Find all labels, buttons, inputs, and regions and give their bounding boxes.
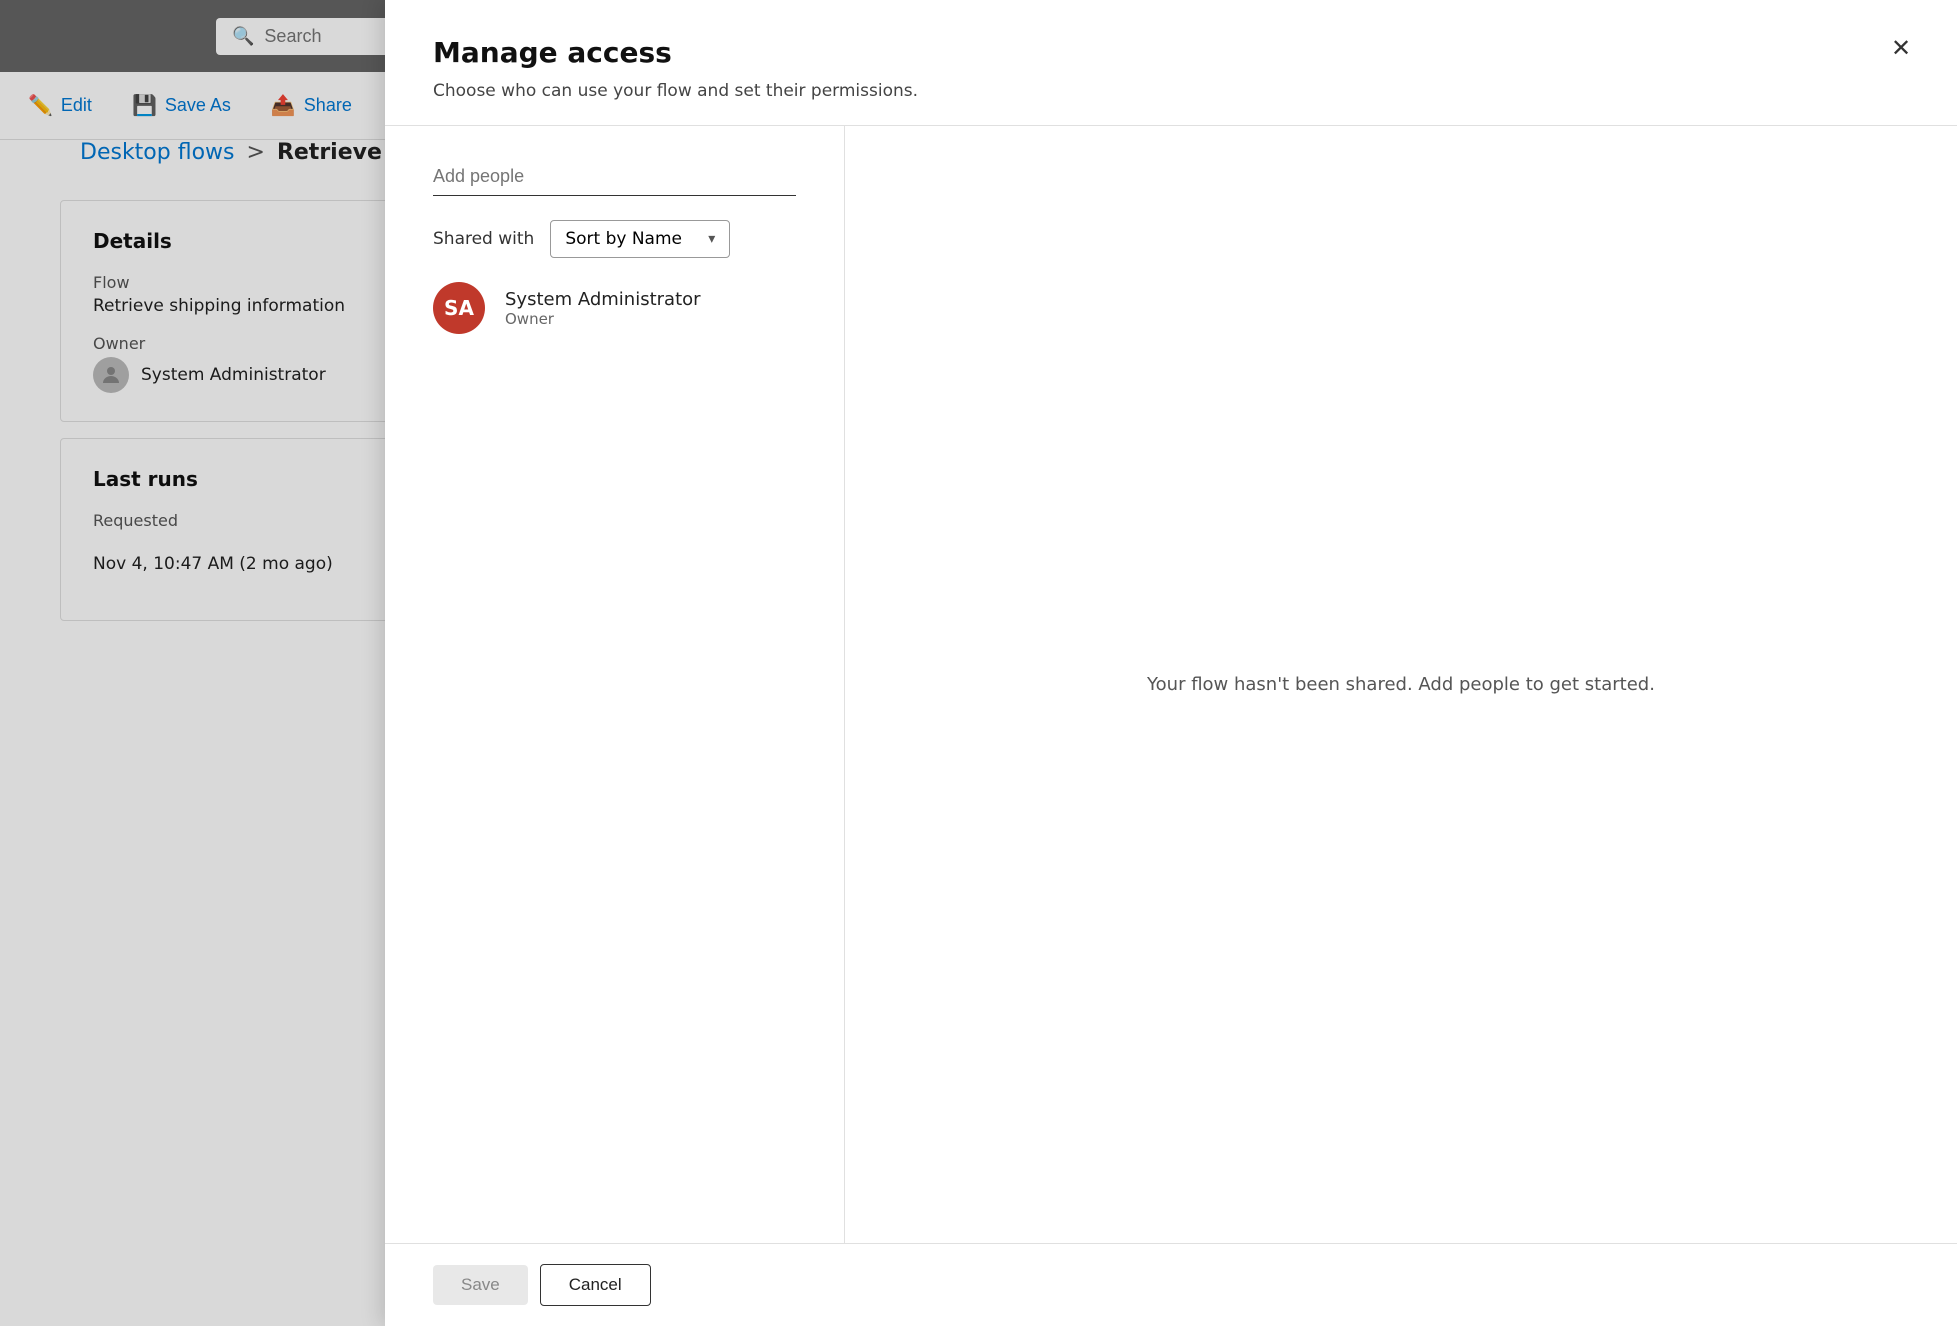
- close-button[interactable]: ✕: [1881, 28, 1921, 68]
- modal-subtitle: Choose who can use your flow and set the…: [433, 81, 1909, 101]
- user-role: Owner: [505, 310, 701, 328]
- add-people-input[interactable]: [433, 158, 796, 196]
- modal-left-panel: Shared with Sort by Name ▾ SA System Adm…: [385, 126, 845, 1243]
- sort-dropdown-label: Sort by Name: [565, 229, 682, 249]
- modal-body: Shared with Sort by Name ▾ SA System Adm…: [385, 126, 1957, 1243]
- shared-with-row: Shared with Sort by Name ▾: [433, 220, 796, 258]
- manage-access-modal: Manage access Choose who can use your fl…: [385, 0, 1957, 1326]
- modal-right-panel: Your flow hasn't been shared. Add people…: [845, 126, 1957, 1243]
- chevron-down-icon: ▾: [708, 231, 715, 247]
- user-entry: SA System Administrator Owner: [433, 282, 796, 334]
- modal-title: Manage access: [433, 36, 1909, 69]
- modal-footer: Save Cancel: [385, 1243, 1957, 1326]
- cancel-button[interactable]: Cancel: [540, 1264, 651, 1306]
- modal-header: Manage access Choose who can use your fl…: [385, 0, 1957, 126]
- empty-state-text: Your flow hasn't been shared. Add people…: [1147, 674, 1655, 695]
- user-name: System Administrator: [505, 289, 701, 310]
- user-info: System Administrator Owner: [505, 289, 701, 328]
- shared-with-label: Shared with: [433, 229, 534, 249]
- save-button[interactable]: Save: [433, 1265, 528, 1305]
- user-avatar: SA: [433, 282, 485, 334]
- sort-dropdown[interactable]: Sort by Name ▾: [550, 220, 730, 258]
